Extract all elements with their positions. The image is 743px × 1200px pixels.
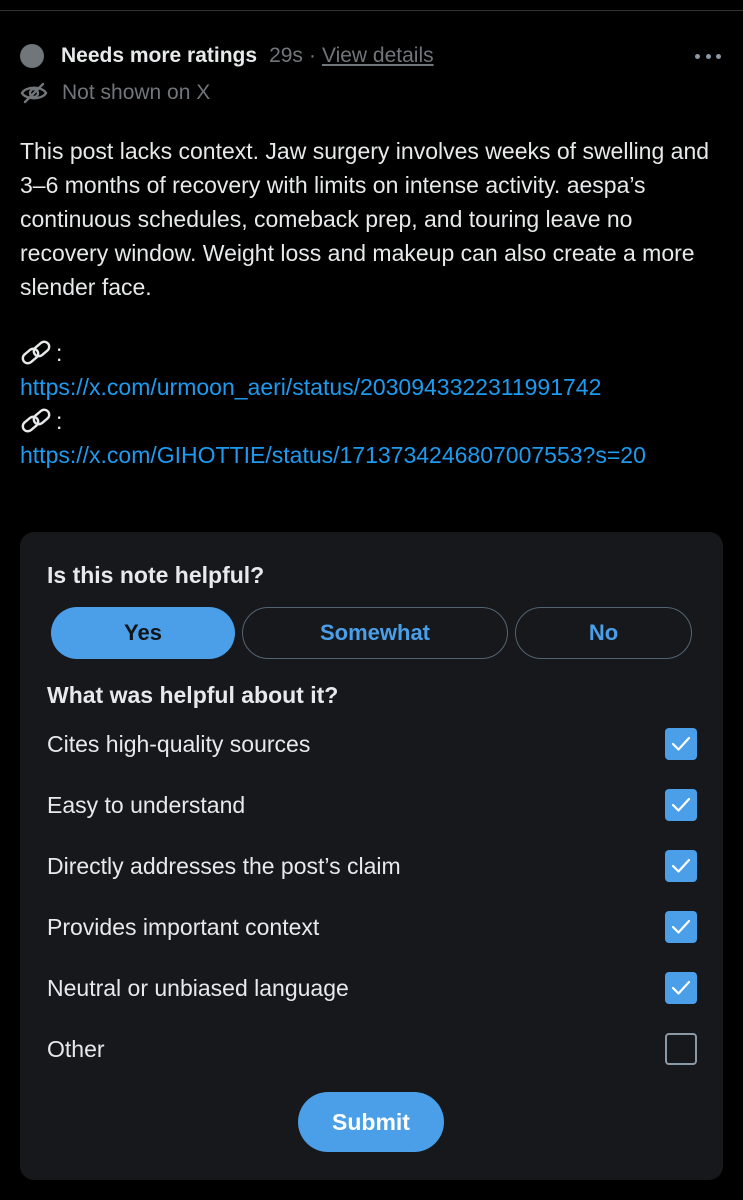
checkbox-claim[interactable] — [665, 850, 697, 882]
choice-somewhat-button[interactable]: Somewhat — [242, 607, 508, 659]
checkbox-easy[interactable] — [665, 789, 697, 821]
option-label: Easy to understand — [47, 791, 246, 818]
option-row-claim[interactable]: Directly addresses the post’s claim — [47, 846, 697, 886]
note-body-text: This post lacks context. Jaw surgery inv… — [20, 138, 710, 300]
checkmark-icon — [671, 858, 691, 873]
note-status-row: Needs more ratings 29s · View details — [20, 38, 720, 74]
helpful-question: Is this note helpful? — [47, 562, 265, 588]
checkbox-neutral[interactable] — [665, 972, 697, 1004]
checkmark-icon — [671, 980, 691, 995]
choice-no-button[interactable]: No — [515, 607, 692, 659]
note-timestamp: 29s — [269, 44, 303, 67]
source-link-1: : https://x.com/urmoon_aeri/status/20309… — [20, 336, 725, 404]
option-row-other[interactable]: Other — [47, 1029, 697, 1069]
view-details-link[interactable]: View details — [322, 44, 434, 68]
checkbox-sources[interactable] — [665, 728, 697, 760]
more-options-icon[interactable] — [695, 50, 721, 62]
link-chain-icon — [21, 340, 51, 365]
rating-card: Is this note helpful? Yes Somewhat No Wh… — [20, 532, 723, 1180]
visibility-row: Not shown on X — [20, 78, 210, 108]
option-row-neutral[interactable]: Neutral or unbiased language — [47, 968, 697, 1008]
link-prefix: : — [56, 340, 63, 366]
source-link-2: : https://x.com/GIHOTTIE/status/17137342… — [20, 404, 725, 472]
top-divider — [0, 10, 743, 11]
option-row-sources[interactable]: Cites high-quality sources — [47, 724, 697, 764]
status-label: Needs more ratings — [61, 44, 258, 67]
checkmark-icon — [671, 919, 691, 934]
option-label: Directly addresses the post’s claim — [47, 852, 401, 879]
link-icon-line: : — [20, 336, 725, 370]
checkbox-context[interactable] — [665, 911, 697, 943]
checkmark-icon — [671, 736, 691, 751]
option-row-context[interactable]: Provides important context — [47, 907, 697, 947]
checkbox-other[interactable] — [665, 1033, 697, 1065]
link-prefix: : — [56, 408, 63, 434]
option-label: Provides important context — [47, 913, 320, 940]
checkmark-icon — [671, 797, 691, 812]
visibility-text: Not shown on X — [62, 81, 211, 104]
status-dot-icon — [20, 44, 44, 68]
eye-slash-icon — [20, 82, 48, 104]
separator-dot: · — [308, 44, 316, 67]
choice-yes-button[interactable]: Yes — [51, 607, 235, 659]
source-url-1[interactable]: https://x.com/urmoon_aeri/status/2030943… — [20, 370, 725, 404]
option-label: Neutral or unbiased language — [47, 974, 349, 1001]
link-chain-icon — [21, 408, 51, 433]
submit-button[interactable]: Submit — [298, 1092, 444, 1152]
option-label: Other — [47, 1035, 105, 1062]
option-row-easy[interactable]: Easy to understand — [47, 785, 697, 825]
helpful-reasons-heading: What was helpful about it? — [47, 682, 339, 708]
option-label: Cites high-quality sources — [47, 730, 311, 757]
link-icon-line: : — [20, 404, 725, 438]
source-url-2[interactable]: https://x.com/GIHOTTIE/status/1713734246… — [20, 438, 700, 472]
